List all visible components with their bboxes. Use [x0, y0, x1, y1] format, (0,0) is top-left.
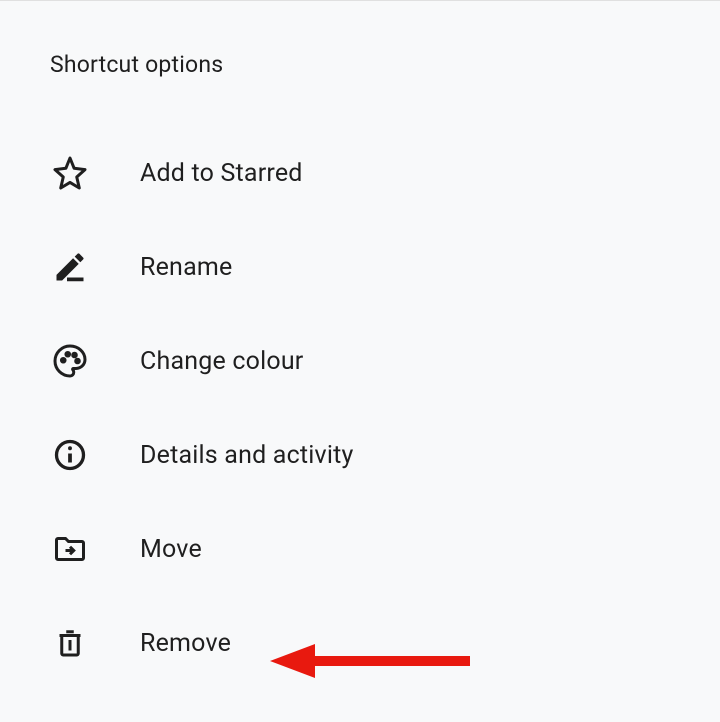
menu-item-label: Details and activity — [140, 441, 354, 470]
add-to-starred-menu-item[interactable]: Add to Starred — [50, 126, 670, 220]
star-outline-icon — [50, 153, 90, 193]
folder-move-icon — [50, 529, 90, 569]
menu-item-label: Remove — [140, 629, 231, 658]
menu-item-label: Add to Starred — [140, 159, 303, 188]
menu-title: Shortcut options — [50, 51, 670, 78]
change-colour-menu-item[interactable]: Change colour — [50, 314, 670, 408]
menu-item-label: Rename — [140, 253, 232, 282]
shortcut-options-menu: Shortcut options Add to Starred Rename — [0, 1, 720, 690]
rename-menu-item[interactable]: Rename — [50, 220, 670, 314]
move-menu-item[interactable]: Move — [50, 502, 670, 596]
remove-menu-item[interactable]: Remove — [50, 596, 670, 690]
menu-item-label: Change colour — [140, 347, 303, 376]
rename-icon — [50, 247, 90, 287]
trash-icon — [50, 623, 90, 663]
details-activity-menu-item[interactable]: Details and activity — [50, 408, 670, 502]
menu-item-label: Move — [140, 535, 202, 564]
info-icon — [50, 435, 90, 475]
palette-icon — [50, 341, 90, 381]
